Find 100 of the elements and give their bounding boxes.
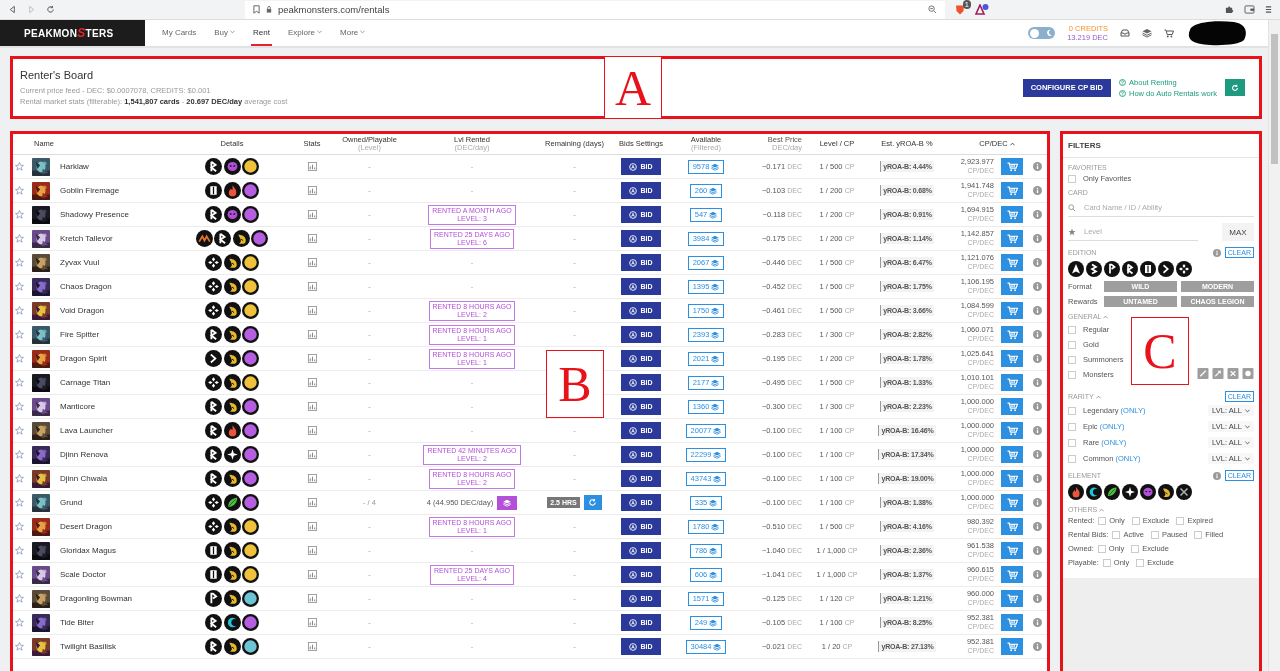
- card-name[interactable]: Void Dragon: [55, 306, 172, 315]
- checkbox[interactable]: [1068, 370, 1076, 379]
- chart-icon[interactable]: [307, 258, 317, 267]
- card-name[interactable]: Djinn Chwala: [55, 474, 172, 483]
- nav-item[interactable]: Explore: [285, 20, 325, 46]
- nav-item[interactable]: Rent: [251, 20, 272, 46]
- card-name[interactable]: Gloridax Magus: [55, 546, 172, 555]
- rent-stack-button[interactable]: [497, 495, 518, 510]
- star-icon[interactable]: [15, 450, 24, 459]
- card-name[interactable]: Chaos Dragon: [55, 282, 172, 291]
- info-icon[interactable]: [1032, 234, 1042, 243]
- back-icon[interactable]: [8, 5, 17, 14]
- info-icon[interactable]: [1032, 570, 1042, 579]
- star-icon[interactable]: [15, 642, 24, 651]
- chart-icon[interactable]: [307, 594, 317, 603]
- star-icon[interactable]: [15, 426, 24, 435]
- chart-icon[interactable]: [307, 282, 317, 291]
- cart-button[interactable]: [1001, 206, 1023, 223]
- cart-icon[interactable]: [1164, 28, 1174, 38]
- reload-icon[interactable]: [46, 5, 55, 14]
- card-name[interactable]: Carnage Titan: [55, 378, 172, 387]
- menu-icon[interactable]: [1265, 5, 1272, 14]
- refresh-button[interactable]: [1225, 79, 1245, 96]
- cart-button[interactable]: [1001, 302, 1023, 319]
- flag-icon[interactable]: [1104, 261, 1120, 277]
- checkbox[interactable]: [1136, 558, 1145, 567]
- checkbox[interactable]: [1112, 530, 1121, 539]
- cart-button[interactable]: [1001, 230, 1023, 247]
- card-name[interactable]: Lava Launcher: [55, 426, 172, 435]
- chart-icon[interactable]: [307, 162, 317, 171]
- info-icon[interactable]: [1032, 186, 1042, 195]
- cart-button[interactable]: [1001, 326, 1023, 343]
- chart-icon[interactable]: [307, 546, 317, 555]
- shield-icon[interactable]: [1242, 368, 1254, 379]
- checkbox[interactable]: [1068, 422, 1076, 431]
- sparkle-icon[interactable]: [1122, 484, 1138, 500]
- chart-icon[interactable]: [307, 330, 317, 339]
- star-icon[interactable]: [15, 234, 24, 243]
- info-icon[interactable]: [1032, 306, 1042, 315]
- card-name[interactable]: Kretch Tallevor: [55, 234, 172, 243]
- checkbox[interactable]: [1097, 544, 1106, 553]
- info-icon[interactable]: [1032, 618, 1042, 627]
- mask-icon[interactable]: [1140, 484, 1156, 500]
- cart-button[interactable]: [1001, 422, 1023, 439]
- checkbox[interactable]: [1068, 174, 1076, 183]
- chevron-icon[interactable]: [1158, 261, 1174, 277]
- star-icon[interactable]: [15, 354, 24, 363]
- info-icon[interactable]: [1032, 522, 1042, 531]
- zigzag-icon[interactable]: [1086, 261, 1102, 277]
- chart-icon[interactable]: [307, 354, 317, 363]
- zoom-icon[interactable]: [928, 5, 937, 14]
- logo[interactable]: PEAKMONSTERS: [0, 20, 145, 46]
- star-icon[interactable]: [15, 570, 24, 579]
- info-icon[interactable]: [1032, 162, 1042, 171]
- chart-icon[interactable]: [307, 498, 317, 507]
- renew-button[interactable]: [583, 495, 602, 510]
- chart-icon[interactable]: [307, 474, 317, 483]
- star-icon[interactable]: [15, 378, 24, 387]
- card-name[interactable]: Manticore: [55, 402, 172, 411]
- star-icon[interactable]: [15, 306, 24, 315]
- star-icon[interactable]: [15, 618, 24, 627]
- cart-button[interactable]: [1001, 278, 1023, 295]
- cart-button[interactable]: [1001, 590, 1023, 607]
- cart-button[interactable]: [1001, 398, 1023, 415]
- max-button[interactable]: MAX: [1222, 223, 1254, 241]
- info-icon[interactable]: [1212, 248, 1221, 257]
- checkbox[interactable]: [1068, 355, 1076, 364]
- card-name[interactable]: Dragon Spirit: [55, 354, 172, 363]
- card-name[interactable]: Dragonling Bowman: [55, 594, 172, 603]
- info-icon[interactable]: [1032, 402, 1042, 411]
- info-icon[interactable]: [1032, 546, 1042, 555]
- wave-icon[interactable]: [1086, 484, 1102, 500]
- cart-button[interactable]: [1001, 614, 1023, 631]
- cart-button[interactable]: [1001, 374, 1023, 391]
- star-icon[interactable]: [15, 474, 24, 483]
- info-icon[interactable]: [1032, 426, 1042, 435]
- star-icon[interactable]: [15, 186, 24, 195]
- cart-button[interactable]: [1001, 494, 1023, 511]
- checkbox[interactable]: [1176, 516, 1185, 525]
- bookmark-icon[interactable]: [253, 5, 260, 14]
- cart-button[interactable]: [1001, 518, 1023, 535]
- chart-icon[interactable]: [307, 186, 317, 195]
- card-name[interactable]: Desert Dragon: [55, 522, 172, 531]
- bars-icon[interactable]: [1140, 261, 1156, 277]
- info-icon[interactable]: [1032, 330, 1042, 339]
- cart-button[interactable]: [1001, 446, 1023, 463]
- checkbox[interactable]: [1131, 544, 1140, 553]
- star-icon[interactable]: [15, 402, 24, 411]
- checkbox[interactable]: [1068, 340, 1076, 349]
- nav-item[interactable]: My Cards: [160, 20, 199, 46]
- sword-icon[interactable]: [1197, 368, 1209, 379]
- star-icon[interactable]: [15, 330, 24, 339]
- wallet-icon[interactable]: [1244, 5, 1255, 14]
- lion-shield-icon[interactable]: [955, 4, 965, 15]
- claw-icon[interactable]: [1158, 484, 1174, 500]
- rune-icon[interactable]: [1122, 261, 1138, 277]
- url-text[interactable]: peakmonsters.com/rentals: [278, 4, 390, 15]
- checkbox[interactable]: [1150, 530, 1159, 539]
- card-name[interactable]: Scale Doctor: [55, 570, 172, 579]
- cart-button[interactable]: [1001, 350, 1023, 367]
